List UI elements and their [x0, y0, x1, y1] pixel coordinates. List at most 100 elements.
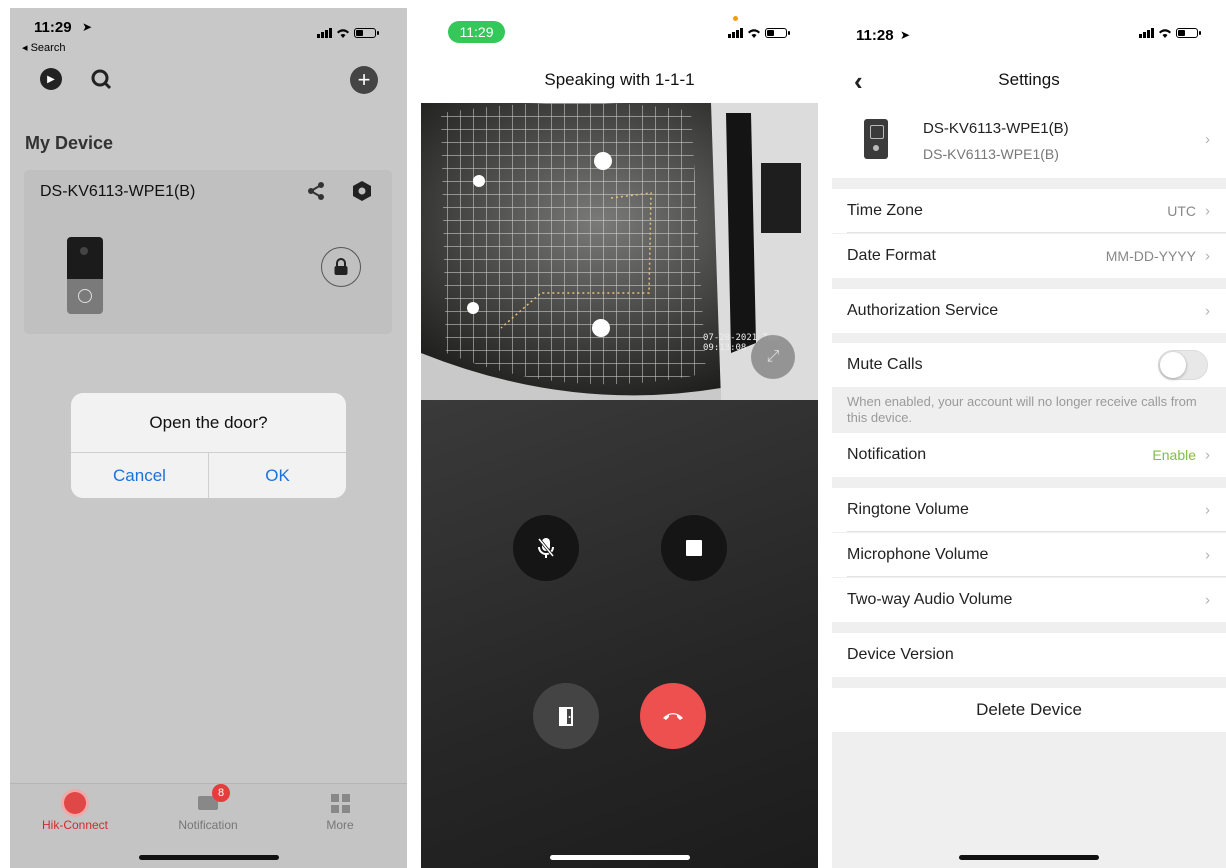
settings-header: 11:28 ➤ ‹ Settings: [832, 8, 1226, 103]
dialog-title: Open the door?: [71, 393, 346, 453]
search-icon[interactable]: [90, 68, 112, 90]
device-name: DS-KV6113-WPE1(B): [923, 120, 1069, 137]
home-indicator: [549, 855, 690, 860]
device-model: DS-KV6113-WPE1(B): [923, 146, 1059, 162]
tab-bar: Hik-Connect 8 Notification More: [10, 783, 407, 868]
tab-hik-connect[interactable]: Hik-Connect: [25, 792, 125, 832]
grid-icon: [330, 793, 350, 813]
chevron-right-icon: ›: [1205, 501, 1210, 519]
microphone-volume-row[interactable]: Microphone Volume ›: [832, 533, 1226, 577]
cancel-button[interactable]: Cancel: [71, 453, 209, 498]
device-name: DS-KV6113-WPE1(B): [40, 183, 196, 200]
stop-icon: [686, 540, 702, 556]
device-card[interactable]: DS-KV6113-WPE1(B): [25, 171, 391, 333]
open-door-dialog: Open the door? Cancel OK: [71, 393, 346, 498]
chevron-right-icon: ›: [1205, 446, 1210, 464]
chevron-right-icon: ›: [1205, 202, 1210, 220]
device-version-row[interactable]: Device Version: [832, 633, 1226, 677]
home-indicator: [138, 855, 279, 860]
mute-calls-toggle[interactable]: [1158, 350, 1208, 380]
add-device-button[interactable]: +: [350, 66, 378, 94]
row-label: Microphone Volume: [847, 546, 989, 563]
status-icons: [1139, 28, 1201, 38]
settings-screen: 11:28 ➤ ‹ Settings DS-KV6113-WPE1(B) DS-…: [832, 8, 1226, 868]
row-label: Two-way Audio Volume: [847, 591, 1013, 608]
two-way-audio-volume-row[interactable]: Two-way Audio Volume ›: [832, 578, 1226, 622]
mute-calls-row: Mute Calls: [832, 343, 1226, 387]
status-time: 11:28: [856, 27, 894, 44]
battery-icon: [354, 28, 379, 38]
live-video[interactable]: 07-20-2021 Tue 09:13:08 ⤢: [421, 103, 818, 400]
fullscreen-button[interactable]: ⤢: [751, 335, 795, 379]
location-arrow-icon: ➤: [82, 20, 93, 34]
door-icon: [559, 707, 573, 726]
wifi-icon: [337, 29, 349, 38]
tab-more[interactable]: More: [290, 792, 390, 832]
playback-icon[interactable]: ▶: [40, 68, 62, 90]
stop-video-button[interactable]: [661, 515, 727, 581]
call-controls: [421, 400, 818, 868]
unlock-button[interactable]: [321, 247, 361, 287]
share-icon[interactable]: [305, 180, 327, 202]
location-arrow-icon: ➤: [900, 28, 911, 42]
call-screen: 11:29 Speaking with 1-1-1 07-20-2021 Tue…: [421, 8, 818, 868]
delete-device-button[interactable]: Delete Device: [832, 688, 1226, 732]
chevron-right-icon: ›: [1205, 131, 1210, 148]
signal-icon: [1139, 28, 1154, 38]
wifi-icon: [1159, 29, 1171, 38]
row-label: Device Version: [847, 646, 954, 663]
signal-icon: [728, 28, 743, 38]
battery-icon: [765, 28, 790, 38]
tab-label: Notification: [178, 818, 238, 832]
notification-status: Enable: [1152, 447, 1196, 463]
device-settings-icon[interactable]: [351, 180, 373, 202]
row-label: Time Zone: [847, 202, 923, 219]
open-door-button[interactable]: [533, 683, 599, 749]
row-label: Ringtone Volume: [847, 501, 969, 518]
date-format-row[interactable]: Date Format MM-DD-YYYY ›: [832, 234, 1226, 278]
tab-label: More: [326, 818, 354, 832]
hik-connect-icon: [64, 792, 86, 814]
row-label: Date Format: [847, 247, 936, 264]
call-header: 11:29 Speaking with 1-1-1: [421, 8, 818, 103]
time-zone-value: UTC: [1167, 203, 1196, 219]
status-bar: 11:29 ➤ ◂ Search: [10, 8, 407, 60]
hang-up-button[interactable]: [640, 683, 706, 749]
page-title: Settings: [998, 70, 1060, 89]
authorization-service-row[interactable]: Authorization Service ›: [832, 289, 1226, 333]
row-label: Notification: [847, 446, 927, 463]
time-zone-row[interactable]: Time Zone UTC ›: [832, 189, 1226, 233]
status-icons: [317, 28, 379, 38]
status-time: 11:29: [34, 19, 72, 36]
home-indicator: [959, 855, 1099, 860]
chevron-right-icon: ›: [1205, 302, 1210, 320]
battery-icon: [1176, 28, 1201, 38]
mic-indicator-icon: [733, 16, 738, 21]
wifi-icon: [748, 29, 760, 38]
status-icons: [728, 28, 790, 38]
device-thumbnail: [864, 119, 888, 159]
tab-notification[interactable]: 8 Notification: [158, 784, 258, 832]
row-label: Authorization Service: [847, 302, 999, 319]
mute-mic-button[interactable]: [513, 515, 579, 581]
notification-badge: 8: [212, 784, 230, 802]
notification-row[interactable]: Notification Enable ›: [832, 433, 1226, 477]
device-list-screen: 11:29 ➤ ◂ Search ▶ + My Device DS-KV6113…: [10, 8, 407, 868]
signal-icon: [317, 28, 332, 38]
lock-icon: [334, 258, 348, 275]
back-to-search-link[interactable]: ◂ Search: [22, 41, 65, 54]
date-format-value: MM-DD-YYYY: [1105, 248, 1196, 264]
row-label: Mute Calls: [847, 356, 923, 373]
status-time: 11:29: [448, 21, 505, 43]
chevron-right-icon: ›: [1205, 546, 1210, 564]
chevron-right-icon: ›: [1205, 247, 1210, 265]
ringtone-volume-row[interactable]: Ringtone Volume ›: [832, 488, 1226, 532]
mic-off-icon: [537, 538, 555, 558]
phone-hangup-icon: [663, 713, 683, 720]
chevron-right-icon: ›: [1205, 591, 1210, 609]
ok-button[interactable]: OK: [209, 453, 346, 498]
tab-label: Hik-Connect: [41, 818, 109, 832]
device-info-row[interactable]: DS-KV6113-WPE1(B) DS-KV6113-WPE1(B) ›: [832, 103, 1226, 178]
doorbell-image: [67, 237, 103, 314]
call-title: Speaking with 1-1-1: [544, 70, 695, 89]
